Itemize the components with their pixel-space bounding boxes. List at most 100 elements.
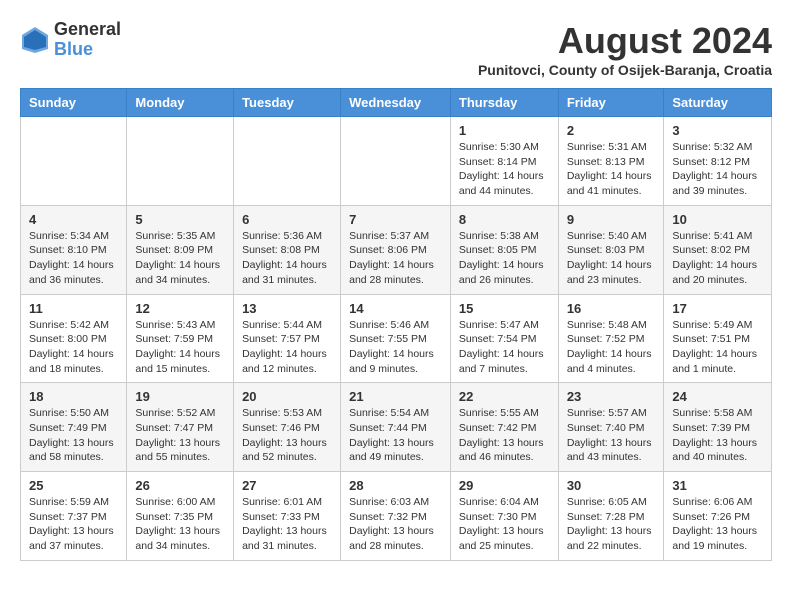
day-number: 10 xyxy=(672,212,763,227)
day-number: 25 xyxy=(29,478,118,493)
calendar-day-cell: 14 Sunrise: 5:46 AM Sunset: 7:55 PM Dayli… xyxy=(341,294,451,383)
day-info: Sunrise: 5:46 AM Sunset: 7:55 PM Dayligh… xyxy=(349,318,442,377)
day-number: 18 xyxy=(29,389,118,404)
day-info: Sunrise: 5:34 AM Sunset: 8:10 PM Dayligh… xyxy=(29,229,118,288)
calendar-day-cell: 26 Sunrise: 6:00 AM Sunset: 7:35 PM Dayli… xyxy=(127,472,234,561)
day-number: 24 xyxy=(672,389,763,404)
day-number: 4 xyxy=(29,212,118,227)
day-number: 30 xyxy=(567,478,656,493)
calendar-day-cell: 11 Sunrise: 5:42 AM Sunset: 8:00 PM Dayli… xyxy=(21,294,127,383)
calendar-day-cell: 7 Sunrise: 5:37 AM Sunset: 8:06 PM Daylig… xyxy=(341,205,451,294)
day-number: 26 xyxy=(135,478,225,493)
day-number: 9 xyxy=(567,212,656,227)
calendar-day-cell: 12Sunrise: 5:43 AM Sunset: 7:59 PM Dayli… xyxy=(127,294,234,383)
day-number: 27 xyxy=(242,478,332,493)
calendar-day-cell: 6 Sunrise: 5:36 AM Sunset: 8:08 PM Daylig… xyxy=(234,205,341,294)
day-info: Sunrise: 5:53 AM Sunset: 7:46 PM Dayligh… xyxy=(242,406,332,465)
day-of-week-header: Tuesday xyxy=(234,89,341,117)
day-number: 7 xyxy=(349,212,442,227)
calendar-week-row: 18Sunrise: 5:50 AM Sunset: 7:49 PM Dayli… xyxy=(21,383,772,472)
calendar-day-cell: 1Sunrise: 5:30 AM Sunset: 8:14 PM Daylig… xyxy=(450,117,558,206)
calendar-day-cell xyxy=(341,117,451,206)
day-info: Sunrise: 6:03 AM Sunset: 7:32 PM Dayligh… xyxy=(349,495,442,554)
logo-text: General Blue xyxy=(54,20,121,60)
day-number: 8 xyxy=(459,212,550,227)
day-of-week-header: Wednesday xyxy=(341,89,451,117)
day-number: 15 xyxy=(459,301,550,316)
day-number: 2 xyxy=(567,123,656,138)
calendar-day-cell xyxy=(127,117,234,206)
calendar-header-row: SundayMondayTuesdayWednesdayThursdayFrid… xyxy=(21,89,772,117)
day-of-week-header: Saturday xyxy=(664,89,772,117)
calendar-day-cell: 23 Sunrise: 5:57 AM Sunset: 7:40 PM Dayli… xyxy=(558,383,664,472)
day-number: 23 xyxy=(567,389,656,404)
title-area: August 2024 Punitovci, County of Osijek-… xyxy=(478,20,772,78)
day-number: 29 xyxy=(459,478,550,493)
day-number: 6 xyxy=(242,212,332,227)
day-info: Sunrise: 5:38 AM Sunset: 8:05 PM Dayligh… xyxy=(459,229,550,288)
day-info: Sunrise: 5:31 AM Sunset: 8:13 PM Dayligh… xyxy=(567,140,656,199)
day-info: Sunrise: 5:48 AM Sunset: 7:52 PM Dayligh… xyxy=(567,318,656,377)
day-info: Sunrise: 5:55 AM Sunset: 7:42 PM Dayligh… xyxy=(459,406,550,465)
calendar-week-row: 11 Sunrise: 5:42 AM Sunset: 8:00 PM Dayli… xyxy=(21,294,772,383)
day-info: Sunrise: 5:30 AM Sunset: 8:14 PM Dayligh… xyxy=(459,140,550,199)
day-number: 21 xyxy=(349,389,442,404)
day-number: 28 xyxy=(349,478,442,493)
calendar-day-cell: 22Sunrise: 5:55 AM Sunset: 7:42 PM Dayli… xyxy=(450,383,558,472)
day-number: 13 xyxy=(242,301,332,316)
calendar-day-cell: 17Sunrise: 5:49 AM Sunset: 7:51 PM Dayli… xyxy=(664,294,772,383)
calendar-day-cell: 30 Sunrise: 6:05 AM Sunset: 7:28 PM Dayli… xyxy=(558,472,664,561)
calendar-day-cell: 31 Sunrise: 6:06 AM Sunset: 7:26 PM Dayli… xyxy=(664,472,772,561)
day-info: Sunrise: 6:06 AM Sunset: 7:26 PM Dayligh… xyxy=(672,495,763,554)
day-info: Sunrise: 5:49 AM Sunset: 7:51 PM Dayligh… xyxy=(672,318,763,377)
logo: General Blue xyxy=(20,20,121,60)
logo-general-text: General xyxy=(54,20,121,40)
day-info: Sunrise: 5:36 AM Sunset: 8:08 PM Dayligh… xyxy=(242,229,332,288)
day-number: 20 xyxy=(242,389,332,404)
calendar-day-cell: 10 Sunrise: 5:41 AM Sunset: 8:02 PM Dayli… xyxy=(664,205,772,294)
calendar-day-cell xyxy=(234,117,341,206)
calendar-week-row: 1Sunrise: 5:30 AM Sunset: 8:14 PM Daylig… xyxy=(21,117,772,206)
logo-icon xyxy=(20,25,50,55)
day-info: Sunrise: 6:00 AM Sunset: 7:35 PM Dayligh… xyxy=(135,495,225,554)
day-of-week-header: Sunday xyxy=(21,89,127,117)
day-number: 12 xyxy=(135,301,225,316)
day-info: Sunrise: 5:57 AM Sunset: 7:40 PM Dayligh… xyxy=(567,406,656,465)
day-info: Sunrise: 6:04 AM Sunset: 7:30 PM Dayligh… xyxy=(459,495,550,554)
calendar-day-cell: 3 Sunrise: 5:32 AM Sunset: 8:12 PM Daylig… xyxy=(664,117,772,206)
calendar-day-cell: 13 Sunrise: 5:44 AM Sunset: 7:57 PM Dayli… xyxy=(234,294,341,383)
day-of-week-header: Monday xyxy=(127,89,234,117)
month-year-title: August 2024 xyxy=(478,20,772,62)
calendar-day-cell: 8 Sunrise: 5:38 AM Sunset: 8:05 PM Daylig… xyxy=(450,205,558,294)
day-info: Sunrise: 5:54 AM Sunset: 7:44 PM Dayligh… xyxy=(349,406,442,465)
day-info: Sunrise: 6:01 AM Sunset: 7:33 PM Dayligh… xyxy=(242,495,332,554)
day-number: 16 xyxy=(567,301,656,316)
day-info: Sunrise: 5:59 AM Sunset: 7:37 PM Dayligh… xyxy=(29,495,118,554)
location-text: Punitovci, County of Osijek-Baranja, Cro… xyxy=(478,62,772,78)
calendar-week-row: 4 Sunrise: 5:34 AM Sunset: 8:10 PM Daylig… xyxy=(21,205,772,294)
calendar-day-cell: 16 Sunrise: 5:48 AM Sunset: 7:52 PM Dayli… xyxy=(558,294,664,383)
day-info: Sunrise: 5:52 AM Sunset: 7:47 PM Dayligh… xyxy=(135,406,225,465)
day-info: Sunrise: 5:35 AM Sunset: 8:09 PM Dayligh… xyxy=(135,229,225,288)
day-info: Sunrise: 5:40 AM Sunset: 8:03 PM Dayligh… xyxy=(567,229,656,288)
day-number: 3 xyxy=(672,123,763,138)
calendar-day-cell: 2 Sunrise: 5:31 AM Sunset: 8:13 PM Daylig… xyxy=(558,117,664,206)
calendar-day-cell: 4 Sunrise: 5:34 AM Sunset: 8:10 PM Daylig… xyxy=(21,205,127,294)
day-info: Sunrise: 5:32 AM Sunset: 8:12 PM Dayligh… xyxy=(672,140,763,199)
day-info: Sunrise: 5:58 AM Sunset: 7:39 PM Dayligh… xyxy=(672,406,763,465)
calendar-day-cell: 27 Sunrise: 6:01 AM Sunset: 7:33 PM Dayli… xyxy=(234,472,341,561)
day-info: Sunrise: 5:47 AM Sunset: 7:54 PM Dayligh… xyxy=(459,318,550,377)
day-info: Sunrise: 5:42 AM Sunset: 8:00 PM Dayligh… xyxy=(29,318,118,377)
calendar-day-cell: 15 Sunrise: 5:47 AM Sunset: 7:54 PM Dayli… xyxy=(450,294,558,383)
calendar-day-cell xyxy=(21,117,127,206)
calendar-day-cell: 28 Sunrise: 6:03 AM Sunset: 7:32 PM Dayli… xyxy=(341,472,451,561)
day-number: 19 xyxy=(135,389,225,404)
day-number: 31 xyxy=(672,478,763,493)
day-info: Sunrise: 5:44 AM Sunset: 7:57 PM Dayligh… xyxy=(242,318,332,377)
day-info: Sunrise: 5:37 AM Sunset: 8:06 PM Dayligh… xyxy=(349,229,442,288)
day-info: Sunrise: 5:41 AM Sunset: 8:02 PM Dayligh… xyxy=(672,229,763,288)
day-info: Sunrise: 6:05 AM Sunset: 7:28 PM Dayligh… xyxy=(567,495,656,554)
day-number: 11 xyxy=(29,301,118,316)
calendar-day-cell: 18Sunrise: 5:50 AM Sunset: 7:49 PM Dayli… xyxy=(21,383,127,472)
day-number: 14 xyxy=(349,301,442,316)
